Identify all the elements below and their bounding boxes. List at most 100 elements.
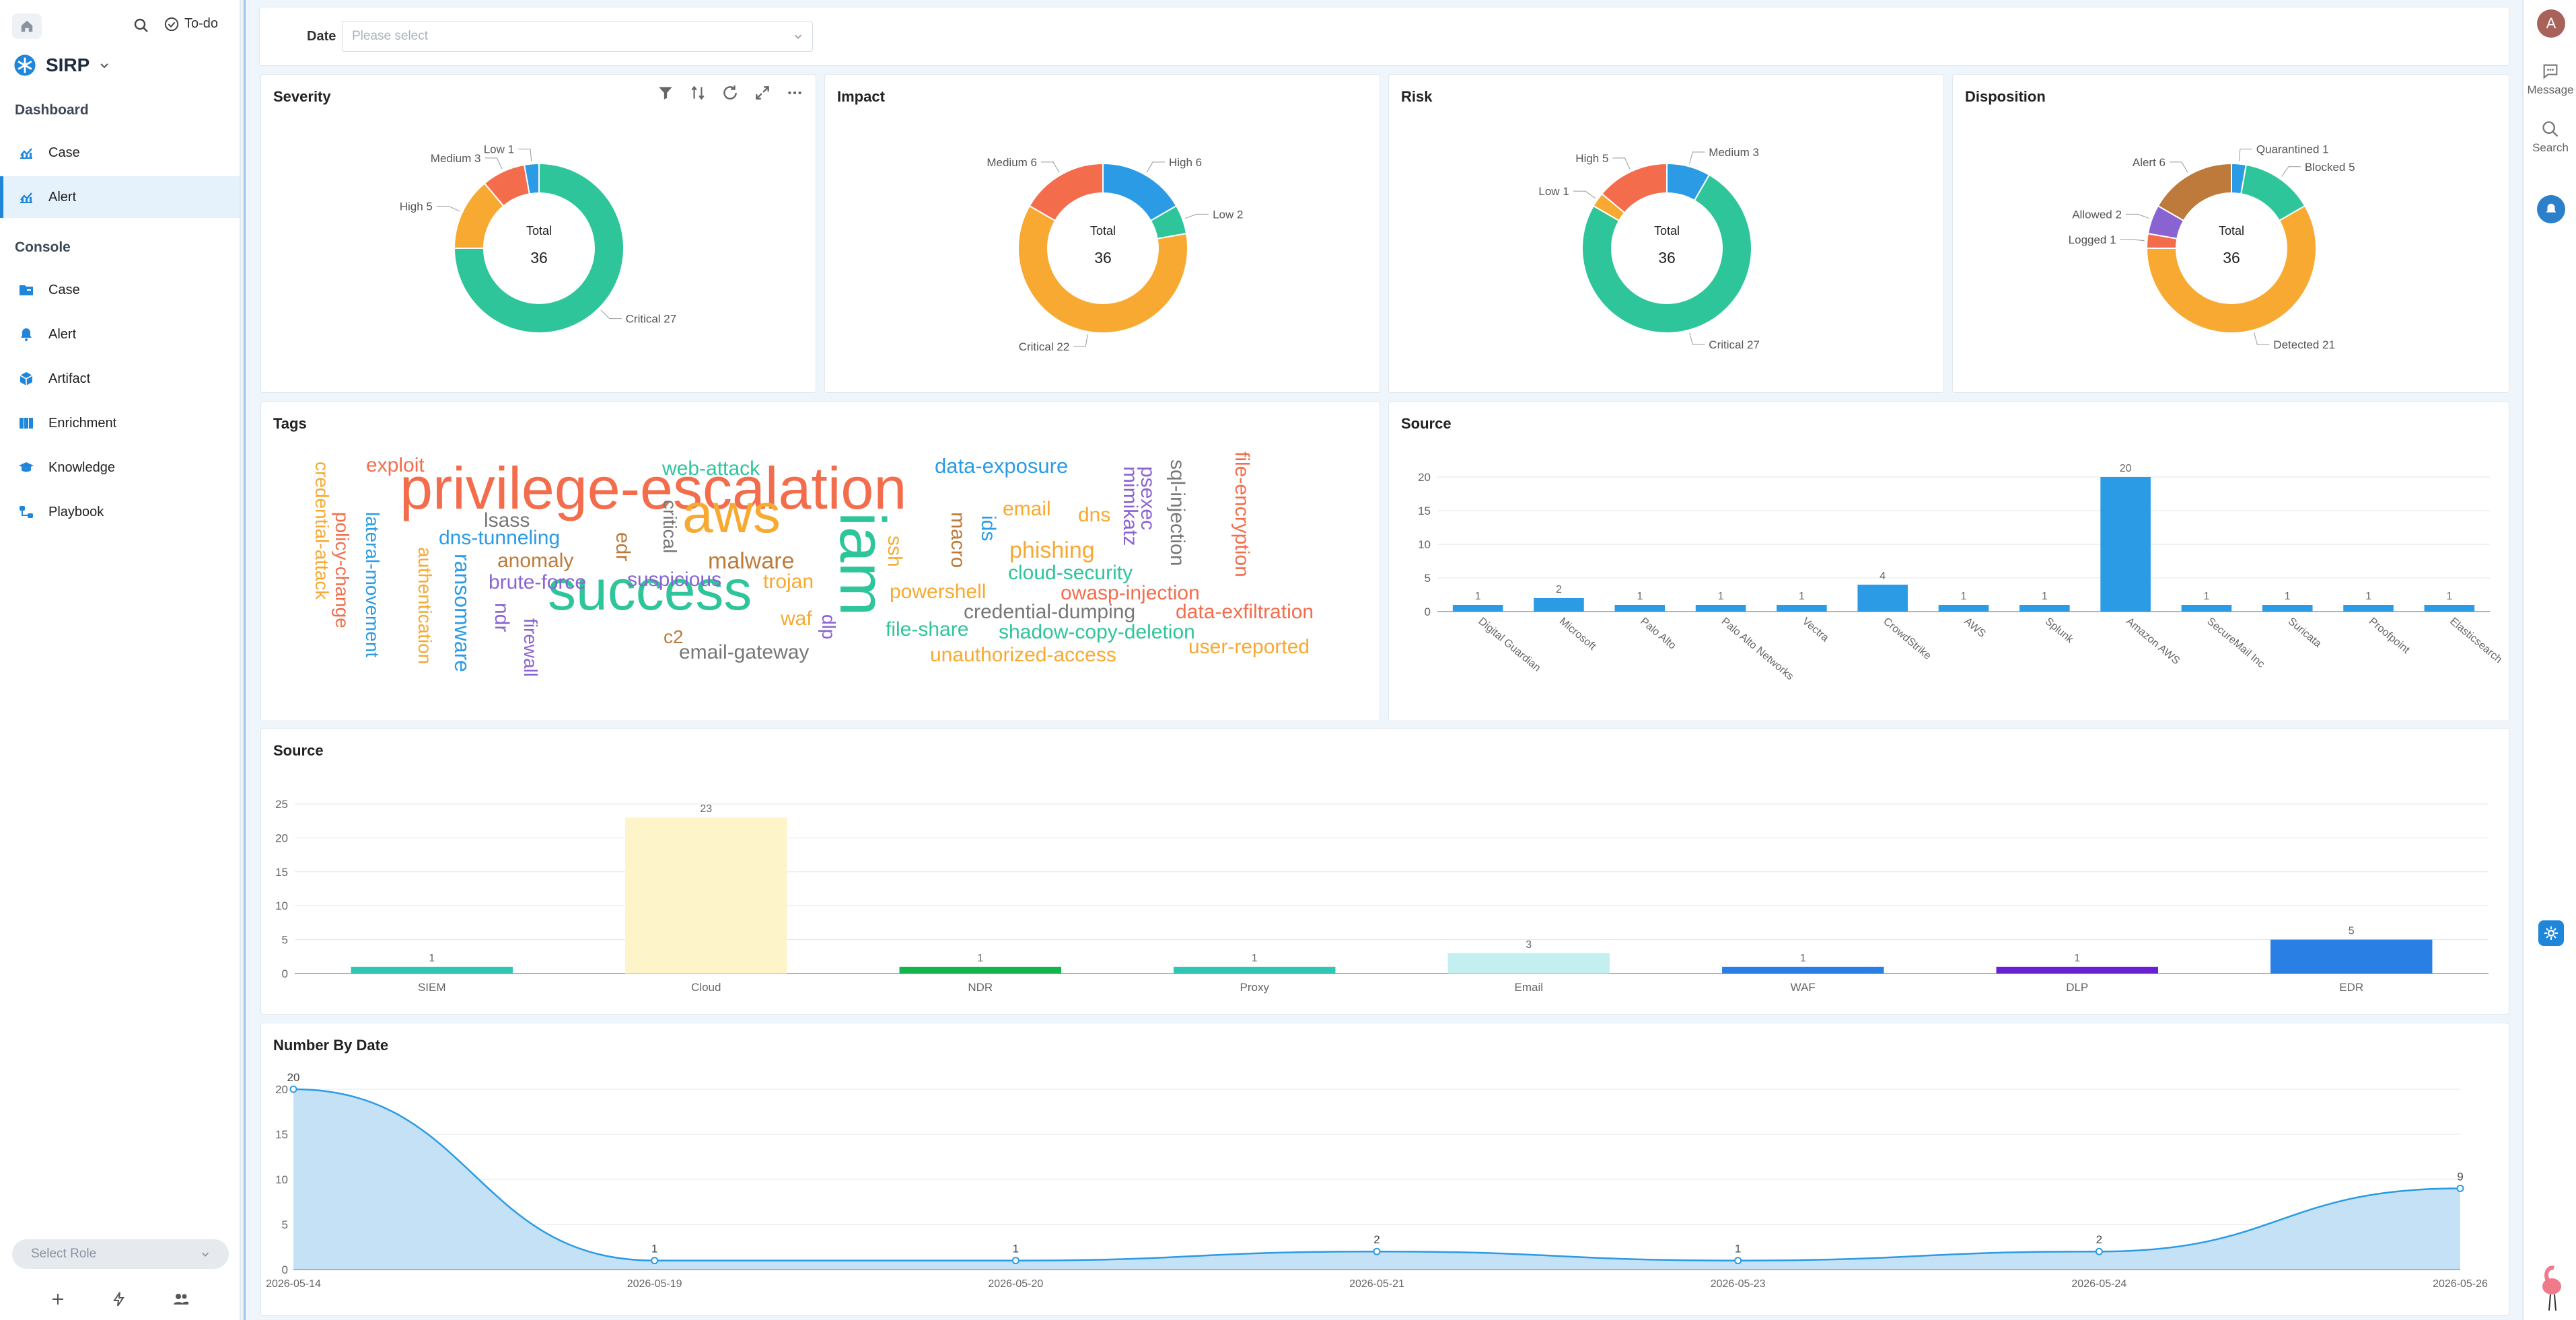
x-tick-label: Palo Alto Networks (1719, 616, 1796, 682)
bar (2181, 605, 2232, 612)
point-value-label: 1 (1013, 1243, 1019, 1255)
bar-value-label: 4 (1880, 571, 1886, 582)
date-filter-label: Date (307, 29, 336, 44)
settings-button[interactable] (2538, 920, 2564, 946)
x-tick-label: 2026-05-14 (266, 1278, 321, 1290)
user-avatar[interactable]: A (2537, 9, 2565, 38)
point-value-label: 9 (2457, 1170, 2463, 1183)
nav-console-enrichment[interactable]: Enrichment (0, 402, 240, 444)
y-tick-label: 20 (1418, 471, 1431, 484)
y-tick-label: 10 (1418, 538, 1431, 551)
pie-slice-label: Critical 22 (1019, 340, 1070, 353)
tag-word: dns (1078, 504, 1110, 526)
todo-button[interactable]: To-do (164, 16, 218, 32)
x-tick-label: Vectra (1800, 616, 1831, 644)
message-button[interactable]: Message (2524, 62, 2576, 97)
plus-icon[interactable] (50, 1291, 66, 1307)
bar (1534, 598, 1584, 612)
y-tick-label: 0 (1425, 606, 1431, 618)
search-button[interactable] (133, 17, 149, 37)
x-tick-label: 2026-05-26 (2433, 1278, 2488, 1290)
nav-dashboard-case[interactable]: Case (0, 132, 240, 174)
brand-switcher[interactable]: SIRP (13, 54, 110, 77)
pie-slice-label: Critical 27 (1709, 338, 1760, 351)
tag-word: sql-injection (1166, 460, 1188, 566)
notification-button[interactable] (2537, 195, 2565, 223)
pie-center-total: 36 (1658, 249, 1676, 266)
number-by-date-card: Number By Date 0 5 10 15 20 20 2026-05-14 1 2026… (260, 1023, 2509, 1316)
source-category-bar-chart: 05101520251SIEM23Cloud1NDR1Proxy3Email1W… (275, 798, 2489, 994)
x-tick-label: NDR (968, 981, 993, 994)
tag-word: ids (977, 515, 999, 541)
y-tick-label: 15 (275, 1128, 288, 1141)
home-icon (21, 20, 33, 32)
x-tick-label: Cloud (691, 981, 721, 994)
bar (1722, 966, 1884, 974)
pie-slice (2157, 162, 2232, 222)
tag-word: ransomware (450, 554, 474, 672)
home-button[interactable] (12, 13, 42, 39)
chevron-down-icon (202, 1252, 209, 1257)
sidebar: To-do SIRP Dashboard Case Alert Console … (0, 0, 241, 1320)
bar-value-label: 1 (2446, 591, 2452, 602)
nav-console-knowledge[interactable]: Knowledge (0, 447, 240, 488)
x-tick-label: 2026-05-19 (627, 1278, 682, 1290)
pie-slice-label: Low 1 (484, 143, 514, 156)
flow-icon (17, 503, 35, 521)
x-tick-label: Email (1514, 981, 1543, 994)
severity-pie-chart: Critical 27 High 5 Medium 3Low 1 Total 36 (400, 143, 676, 334)
cube-icon (17, 370, 35, 388)
nav-console-alert[interactable]: Alert (0, 314, 240, 355)
data-point (2095, 1247, 2103, 1255)
x-tick-label: Suricata (2286, 616, 2324, 650)
section-title-dashboard: Dashboard (15, 102, 89, 118)
bolt-icon[interactable] (111, 1291, 127, 1307)
x-tick-label: Digital Guardian (1476, 616, 1543, 674)
data-point (1373, 1247, 1381, 1255)
tag-word: authentication (415, 547, 435, 664)
select-role-dropdown[interactable]: Select Role (12, 1239, 229, 1269)
pie-slice-label: Allowed 2 (2072, 208, 2122, 221)
bar-value-label: 1 (2365, 591, 2371, 602)
x-tick-label: 2026-05-20 (988, 1278, 1043, 1290)
nav-label: Alert (48, 189, 77, 205)
bar-value-label: 1 (1800, 953, 1806, 964)
rail-search-button[interactable]: Search (2524, 120, 2576, 155)
nav-console-case[interactable]: Case (0, 269, 240, 311)
tag-word: waf (780, 608, 812, 630)
y-tick-label: 10 (275, 900, 288, 912)
check-circle-icon (164, 17, 179, 31)
users-icon[interactable] (172, 1291, 190, 1307)
bar-value-label: 5 (2349, 926, 2355, 937)
pie-label-line (1573, 190, 1596, 198)
tag-word: firewall (520, 618, 541, 677)
tag-word: lateral-movement (362, 512, 383, 658)
tag-word: data-exposure (935, 454, 1068, 478)
chart-icon (17, 188, 35, 206)
y-tick-label: 0 (282, 967, 288, 980)
data-point (1734, 1257, 1742, 1265)
nav-console-playbook[interactable]: Playbook (0, 491, 240, 533)
bar (2100, 477, 2151, 612)
bar (899, 966, 1061, 974)
bar (351, 966, 513, 974)
bar-value-label: 1 (2074, 953, 2080, 964)
pie-slice-label: Low 2 (1213, 208, 1243, 221)
y-tick-label: 25 (275, 798, 288, 811)
pie-label-line (1146, 161, 1165, 173)
nav-dashboard-alert[interactable]: Alert (0, 176, 240, 218)
y-tick-label: 15 (1418, 505, 1431, 517)
date-select[interactable]: Please select (342, 21, 813, 52)
search-icon (134, 18, 148, 32)
snowflake-logo-icon (14, 54, 36, 76)
x-tick-label: CrowdStrike (1881, 616, 1933, 662)
tag-word: critical (659, 500, 680, 553)
bar-value-label: 1 (2203, 591, 2209, 602)
nav-console-artifact[interactable]: Artifact (0, 358, 240, 400)
pie-slice (1028, 162, 1104, 222)
source-card: Source 0 5 10 15 20 1 Digital Guardian 2 Microso… (1388, 401, 2509, 721)
pie-label-line (2238, 149, 2252, 161)
sidebar-footer (0, 1282, 240, 1316)
pie-slice-label: Quarantined 1 (2256, 143, 2329, 156)
bar (1447, 953, 1610, 974)
